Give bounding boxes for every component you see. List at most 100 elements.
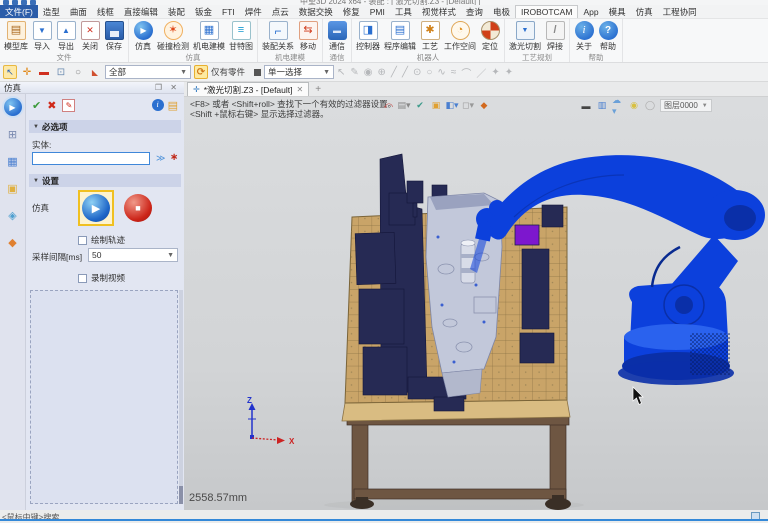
edit-icon[interactable]: ✎ xyxy=(62,99,75,112)
selection-mode-dropdown[interactable]: 单一选择▼ xyxy=(264,65,334,79)
role-manager-tab-icon[interactable]: ◆ xyxy=(4,233,22,251)
library-tab-icon[interactable]: ▣ xyxy=(4,179,22,197)
layer-dropdown[interactable]: 图层0000 ▼ xyxy=(660,99,712,112)
record-video-checkbox[interactable]: 录制视频 xyxy=(78,272,125,284)
tab-wireframe[interactable]: 线框 xyxy=(92,5,119,18)
sim-manager-tab-icon[interactable]: ▶ xyxy=(4,98,22,116)
ribbon-button-export[interactable]: 导出 xyxy=(54,20,78,53)
lasso-select-icon[interactable]: ◣ xyxy=(88,65,102,79)
process-icon xyxy=(421,21,440,40)
tab-tools[interactable]: 工具 xyxy=(390,5,417,18)
panel-window-icons[interactable]: ❐ ✕ xyxy=(155,83,180,92)
add-select-icon[interactable]: ✛ xyxy=(20,65,34,79)
ribbon-button-controller[interactable]: 控制器 xyxy=(354,20,382,53)
info-icon[interactable]: i xyxy=(152,99,164,111)
trace-checkbox[interactable]: 绘制轨迹 xyxy=(78,234,125,246)
play-button[interactable]: ▶ xyxy=(82,194,110,222)
tab-irobotcam[interactable]: IROBOTCAM xyxy=(515,5,578,18)
program-edit-icon xyxy=(391,21,410,40)
tab-direct-edit[interactable]: 直接编辑 xyxy=(119,5,163,18)
command-search-hint[interactable]: <鼠标中键>搜索 xyxy=(2,512,59,523)
pick-box-icon[interactable]: ⊡ xyxy=(54,65,68,79)
geometry-filter-icons[interactable]: ↖✎◉⊕╱╱⊙○∿≈⌒／✦✦ xyxy=(337,65,513,80)
ribbon-button-model-library[interactable]: 模型库 xyxy=(2,20,30,53)
ribbon-button-close[interactable]: 关闭 xyxy=(78,20,102,53)
shade-mode-icon[interactable]: ◧▾ xyxy=(446,99,458,111)
section-icon[interactable]: ◆ xyxy=(478,99,490,111)
tab-app[interactable]: App xyxy=(578,5,603,18)
tab-fti[interactable]: FTI xyxy=(217,5,240,18)
required-section-header[interactable]: ▼必选项 xyxy=(29,120,181,133)
ribbon-button-save[interactable]: 保存 xyxy=(102,20,126,53)
tab-heal[interactable]: 修复 xyxy=(338,5,365,18)
ok-check-icon[interactable]: ✔ xyxy=(32,99,41,112)
chevron-down-icon: ▼ xyxy=(167,252,174,259)
entity-input[interactable] xyxy=(32,152,150,165)
filter-scope-dropdown[interactable]: 全部▼ xyxy=(105,65,191,79)
tree-manager-tab-icon[interactable]: ⊞ xyxy=(4,125,22,143)
scene-3d[interactable]: Z X 2558.57mm xyxy=(184,97,768,510)
folder-icon[interactable]: ▣ xyxy=(430,99,442,111)
tab-sheet-metal[interactable]: 钣金 xyxy=(190,5,217,18)
lightbulb-icon[interactable]: ◉ xyxy=(628,100,640,112)
ribbon-group-process-planning: 激光切割 焊接 工艺规划 xyxy=(505,19,570,62)
stop-button[interactable]: ■ xyxy=(124,194,152,222)
new-tab-button[interactable]: + xyxy=(315,84,321,96)
ribbon-button-simulate[interactable]: 仿真 xyxy=(131,20,155,53)
tab-pmi[interactable]: PMI xyxy=(365,5,390,18)
tab-collaboration[interactable]: 工程协同 xyxy=(658,5,702,18)
ribbon-button-workspace[interactable]: 工作空间 xyxy=(442,20,478,53)
tab-electrode[interactable]: 电极 xyxy=(488,5,515,18)
tab-data-exchange[interactable]: 数据交换 xyxy=(294,5,338,18)
layers-icon[interactable]: ▤▾ xyxy=(398,99,410,111)
circle-select-icon[interactable]: ○ xyxy=(71,65,85,79)
ribbon-button-welding[interactable]: 焊接 xyxy=(543,20,567,53)
undo-view-icon[interactable]: ⤺ xyxy=(382,99,394,111)
panel-scrollbar[interactable] xyxy=(179,290,183,504)
ribbon-button-process[interactable]: 工艺 xyxy=(418,20,442,53)
wireframe-mode-icon[interactable]: ◻▾ xyxy=(462,99,474,111)
tab-assembly[interactable]: 装配 xyxy=(163,5,190,18)
document-tab[interactable]: ✛ *激光切割.Z3 - [Default] ✕ xyxy=(187,82,309,96)
ribbon-button-communication[interactable]: 通信 xyxy=(325,20,349,53)
remove-select-icon[interactable]: ▬ xyxy=(37,65,51,79)
about-icon xyxy=(575,21,594,40)
tab-close-icon[interactable]: ✕ xyxy=(297,85,304,94)
ribbon-button-collision-check[interactable]: 碰撞检测 xyxy=(155,20,191,53)
ribbon-button-assembly-relation[interactable]: 装配关系 xyxy=(260,20,296,53)
ribbon-button-help[interactable]: 帮助 xyxy=(596,20,620,53)
ribbon-button-import[interactable]: 导入 xyxy=(30,20,54,53)
tab-surface[interactable]: 曲面 xyxy=(65,5,92,18)
purple-block[interactable] xyxy=(515,225,539,245)
ribbon-button-move[interactable]: 移动 xyxy=(296,20,320,53)
tab-point-cloud[interactable]: 点云 xyxy=(267,5,294,18)
expand-chevrons-icon[interactable]: ≫ xyxy=(156,153,165,164)
ribbon-button-about[interactable]: 关于 xyxy=(572,20,596,53)
ribbon-button-gantt-chart[interactable]: 甘特图 xyxy=(227,20,255,53)
ribbon-button-laser-cutting[interactable]: 激光切割 xyxy=(507,20,543,53)
tab-inquire[interactable]: 查询 xyxy=(461,5,488,18)
settings-section-header[interactable]: ▼设置 xyxy=(29,174,181,187)
ribbon-button-locate[interactable]: 定位 xyxy=(478,20,502,53)
tab-weldment[interactable]: 焊件 xyxy=(240,5,267,18)
sample-interval-dropdown[interactable]: 50▼ xyxy=(88,248,178,262)
selection-color-swatch[interactable] xyxy=(254,69,261,76)
grid-view-icon[interactable]: ▥ xyxy=(596,100,608,112)
pick-cursor-icon[interactable]: ↖ xyxy=(3,65,17,79)
tab-shape[interactable]: 造型 xyxy=(38,5,65,18)
refresh-filter-icon[interactable]: ⟳ xyxy=(194,65,208,79)
flat-view-icon[interactable]: ▬ xyxy=(580,100,592,112)
ribbon-button-mechatronics-modeling[interactable]: 机电建模 xyxy=(191,20,227,53)
view-manager-tab-icon[interactable]: ◈ xyxy=(4,206,22,224)
cancel-x-icon[interactable]: ✖ xyxy=(47,99,56,112)
assembly-manager-tab-icon[interactable]: ▦ xyxy=(4,152,22,170)
tab-simulation[interactable]: 仿真 xyxy=(631,5,658,18)
verify-icon[interactable]: ✔ xyxy=(414,99,426,111)
tab-file[interactable]: 文件(F) xyxy=(0,5,38,18)
cloud-render-icon[interactable]: ☁▾ xyxy=(612,100,624,112)
doc-book-icon[interactable]: ▤ xyxy=(168,99,178,112)
circle-display-icon[interactable]: ◯ xyxy=(644,100,656,112)
tab-visualize[interactable]: 视觉样式 xyxy=(417,5,461,18)
tab-mold[interactable]: 模具 xyxy=(604,5,631,18)
ribbon-button-program-edit[interactable]: 程序编辑 xyxy=(382,20,418,53)
